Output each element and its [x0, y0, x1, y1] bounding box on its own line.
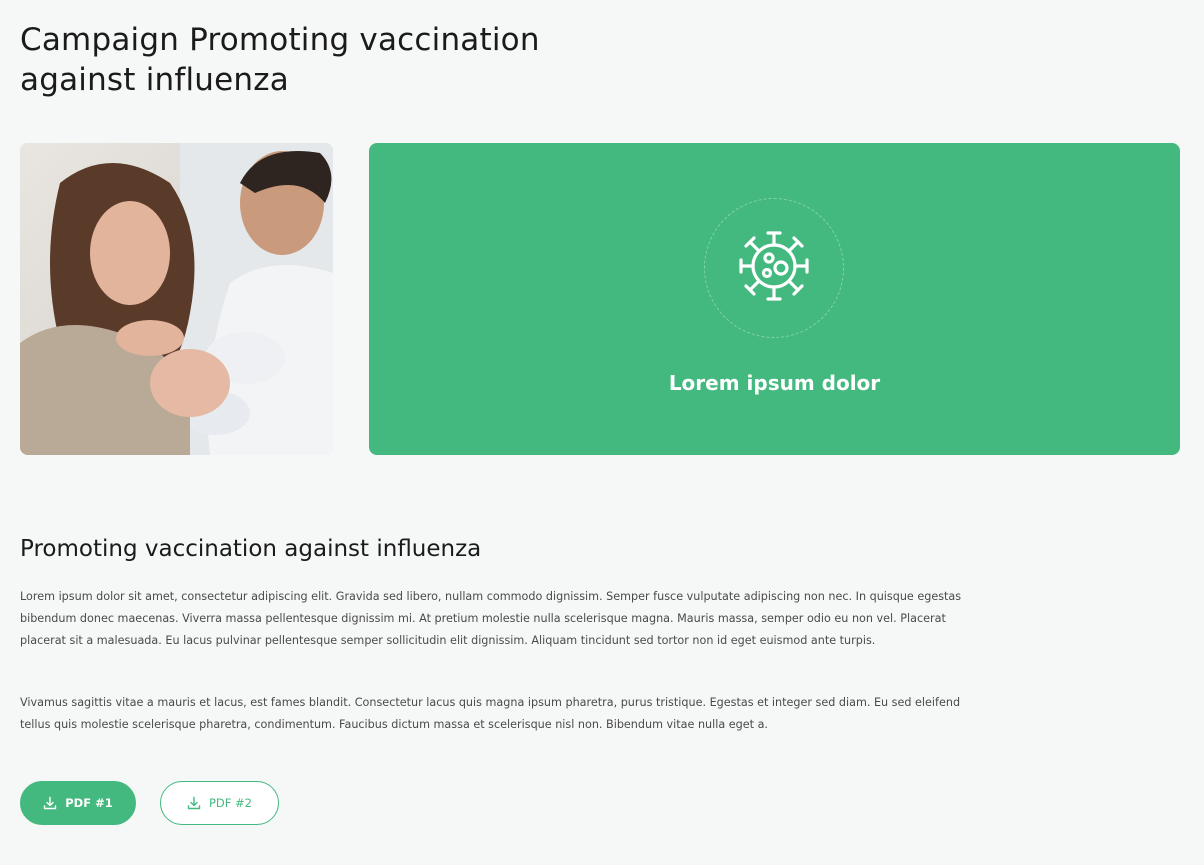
- body-paragraph-2: Vivamus sagittis vitae a mauris et lacus…: [20, 696, 961, 731]
- feature-card: Lorem ipsum dolor: [369, 143, 1180, 455]
- pdf-1-download-button[interactable]: PDF #1: [20, 781, 136, 825]
- download-icon: [187, 796, 201, 810]
- feature-label: Lorem ipsum dolor: [668, 371, 881, 395]
- pdf-2-label: PDF #2: [208, 796, 252, 810]
- feature-icon-ring: [704, 198, 844, 338]
- pdf-1-label: PDF #1: [65, 796, 113, 810]
- download-icon: [43, 796, 57, 810]
- body-paragraph-1: Lorem ipsum dolor sit amet, consectetur …: [20, 590, 962, 647]
- page-title: Campaign Promoting vaccination against i…: [20, 22, 540, 98]
- page: Campaign Promoting vaccination against i…: [0, 0, 1204, 865]
- vaccination-photo: [20, 143, 333, 455]
- section-heading: Promoting vaccination against influenza: [20, 536, 482, 562]
- virus-icon: [733, 225, 815, 311]
- pdf-2-download-button[interactable]: PDF #2: [160, 781, 279, 825]
